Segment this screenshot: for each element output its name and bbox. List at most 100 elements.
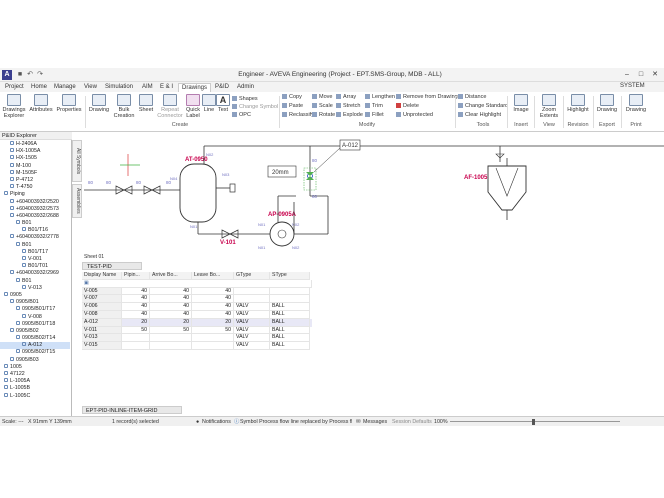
table-cell[interactable]: BALL [270, 303, 310, 311]
clear-highlight-button[interactable]: Clear Highlight [458, 112, 501, 119]
grid-tab[interactable]: TEST-PID [82, 262, 142, 270]
lengthen-button[interactable]: Lengthen [365, 94, 395, 101]
tab-view[interactable]: View [81, 83, 100, 92]
table-cell[interactable]: BALL [270, 326, 310, 335]
tab-pid[interactable]: P&ID [212, 83, 232, 92]
tree-item[interactable]: 1005 [0, 363, 70, 371]
tree-item[interactable]: P-4712 [0, 176, 70, 184]
tree-item[interactable]: +604003932/2520 [0, 198, 70, 206]
repeat-connector-button[interactable]: Repeat Connector [156, 94, 184, 119]
tab-drawings[interactable]: Drawings [178, 83, 212, 92]
tree-item[interactable]: B01 [0, 241, 70, 249]
tree-item[interactable]: HX-1505 [0, 155, 70, 162]
highlight-button[interactable]: Highlight [565, 94, 591, 113]
table-cell[interactable]: 40 [192, 303, 234, 311]
tree-item[interactable]: +604003932/2969 [0, 270, 70, 277]
sheet-tab[interactable]: Sheet 01 [84, 254, 104, 260]
move-button[interactable]: Move [312, 94, 332, 101]
table-cell[interactable]: 50 [150, 326, 192, 335]
bulk-creation-button[interactable]: Bulk Creation [112, 94, 136, 119]
user-label[interactable]: SYSTEM [620, 83, 645, 89]
fillet-button[interactable]: Fillet [365, 112, 384, 119]
tree-item[interactable]: 0905/B02/T15 [0, 349, 70, 356]
zoom-extents-button[interactable]: Zoom Extents [536, 94, 562, 119]
text-button[interactable]: A Text [216, 94, 230, 113]
tab-manage[interactable]: Manage [51, 83, 79, 92]
tab-home[interactable]: Home [28, 83, 50, 92]
table-cell[interactable]: V-005 [82, 287, 122, 296]
blind-flange[interactable] [229, 183, 236, 193]
attributes-button[interactable]: Attributes [28, 94, 54, 113]
change-standard-button[interactable]: Change Standard [458, 103, 508, 110]
quick-label-button[interactable]: Quick Label [184, 94, 202, 119]
table-cell[interactable] [270, 287, 310, 296]
table-cell[interactable]: VALV [234, 342, 270, 350]
filter-row[interactable]: ▣ [82, 279, 312, 288]
table-cell[interactable]: 40 [150, 310, 192, 319]
tree-item[interactable]: T-4750 [0, 184, 70, 191]
print-drawing-button[interactable]: Drawing [623, 94, 649, 113]
table-cell[interactable]: 40 [122, 303, 150, 311]
tree-item[interactable]: V-001 [0, 256, 70, 263]
table-cell[interactable]: BALL [270, 342, 310, 350]
tab-simulation[interactable]: Simulation [102, 83, 136, 92]
table-cell[interactable]: V-011 [82, 326, 122, 335]
tree-item[interactable]: 0905/B02 [0, 327, 70, 335]
table-cell[interactable]: VALV [234, 303, 270, 311]
table-row[interactable]: A-012 20 20 20 VALV BALL [82, 318, 312, 327]
tree-item[interactable]: 0905/B01/T17 [0, 306, 70, 313]
array-button[interactable]: Array [336, 94, 356, 101]
properties-button[interactable]: Properties [56, 94, 82, 113]
table-cell[interactable] [150, 342, 192, 350]
table-row[interactable]: V-011 50 50 50 VALV BALL [82, 326, 312, 335]
unprotected-button[interactable]: Unprotected [396, 112, 433, 119]
table-cell[interactable]: BALL [270, 310, 310, 319]
tab-admin[interactable]: Admin [234, 83, 257, 92]
line-button[interactable]: Line [202, 94, 216, 113]
table-cell[interactable] [234, 287, 270, 296]
table-cell[interactable] [150, 334, 192, 343]
sheet-button[interactable]: Sheet [137, 94, 155, 113]
distance-button[interactable]: Distance [458, 94, 486, 101]
table-cell[interactable] [234, 295, 270, 304]
table-cell[interactable]: VALV [234, 310, 270, 319]
undo-icon[interactable]: ↶ [26, 71, 34, 79]
shapes-button[interactable]: Shapes [232, 96, 258, 103]
tree-item[interactable]: H-2406A [0, 141, 70, 148]
table-cell[interactable] [122, 342, 150, 350]
tab-assemblies[interactable]: Assemblies [72, 184, 82, 218]
tree-item[interactable]: L-1005A [0, 378, 70, 385]
column-header[interactable]: SType [270, 272, 310, 280]
table-cell[interactable]: 20 [150, 318, 192, 327]
filter-af1005[interactable] [487, 165, 527, 211]
tree-item[interactable]: 0905/B03 [0, 356, 70, 364]
close-icon[interactable]: ✕ [648, 70, 662, 80]
tree-item[interactable]: Piping [0, 191, 70, 198]
zoom-slider-thumb[interactable] [532, 419, 535, 425]
delete-button[interactable]: Delete [396, 103, 419, 110]
tab-all-symbols[interactable]: All Symbols [72, 140, 82, 182]
tree-item[interactable]: L-1005B [0, 385, 70, 392]
reclassify-button[interactable]: Reclassify [282, 112, 314, 119]
status-messages[interactable]: Messages [363, 418, 387, 426]
tree-item[interactable]: V-013 [0, 284, 70, 292]
table-row[interactable]: V-015 VALV BALL [82, 342, 312, 350]
minimize-icon[interactable]: – [620, 70, 634, 80]
tree-item[interactable]: +604003932/2688 [0, 212, 70, 220]
paste-button[interactable]: Paste [282, 103, 303, 110]
table-row[interactable]: V-008 40 40 40 VALV BALL [82, 310, 312, 319]
tab-e-and-i[interactable]: E & I [157, 83, 176, 92]
tab-aim[interactable]: AIM [139, 83, 156, 92]
table-cell[interactable]: V-006 [82, 303, 122, 311]
zoom-slider-track[interactable] [450, 421, 620, 422]
status-notifications[interactable]: Notifications [202, 418, 231, 426]
column-header[interactable]: Leave Bo... [192, 272, 234, 280]
maximize-icon[interactable]: □ [634, 70, 648, 80]
column-header[interactable]: GType [234, 272, 270, 280]
vessel-at0950[interactable] [179, 163, 217, 223]
tree-item[interactable]: V-008 [0, 313, 70, 321]
tree-item[interactable]: 0905/B01/T18 [0, 320, 70, 328]
tree-item[interactable]: 0905/B01 [0, 299, 70, 306]
pump-ap0905a[interactable] [269, 221, 295, 247]
change-symbol-button[interactable]: Change Symbol [232, 104, 278, 111]
